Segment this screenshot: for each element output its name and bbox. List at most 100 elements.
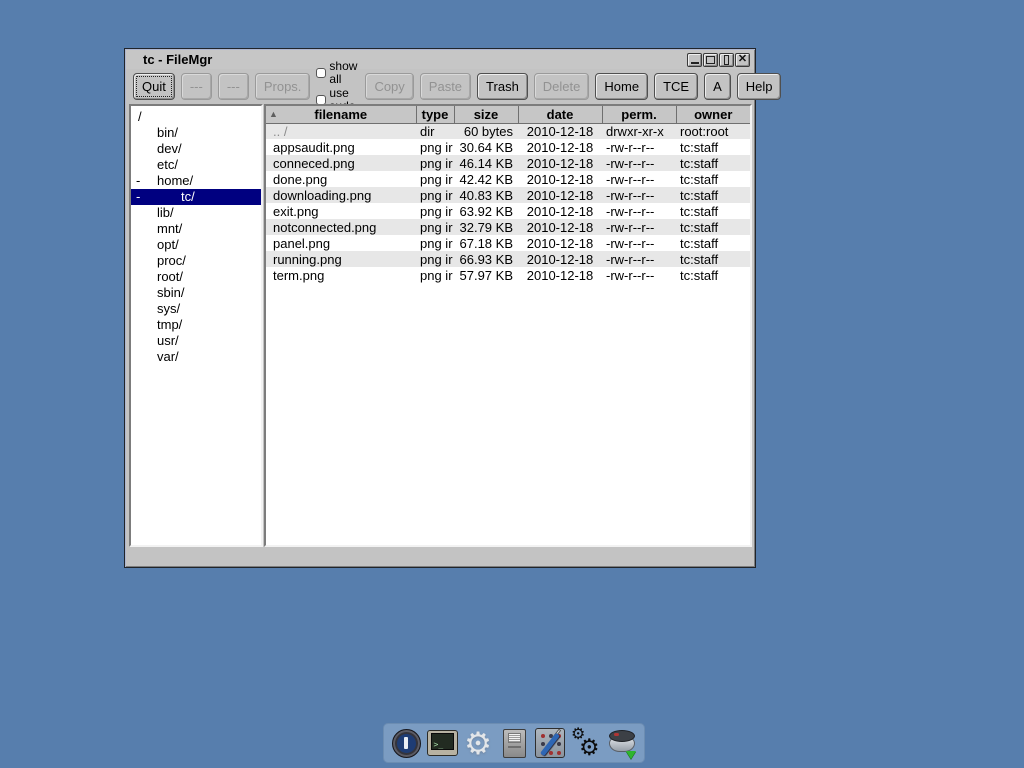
cell-size: 60 bytes <box>454 123 518 139</box>
file-row[interactable]: appsaudit.png png ir 30.64 KB 2010-12-18… <box>266 139 750 155</box>
cell-filename: exit.png <box>266 203 416 219</box>
maximize-vertical-button[interactable] <box>719 53 734 67</box>
tree-item[interactable]: etc/ <box>131 157 261 173</box>
a-button[interactable]: A <box>704 73 731 100</box>
tree-item[interactable]: bin/ <box>131 125 261 141</box>
help-button[interactable]: Help <box>737 73 782 100</box>
tree-panel: / bin/ dev/ etc/ - home/ - tc/ lib/ mnt/… <box>129 104 263 547</box>
tree-item[interactable]: mnt/ <box>131 221 261 237</box>
tree-item-label: home/ <box>157 173 193 188</box>
sort-ascending-icon: ▲ <box>269 109 278 119</box>
tree-item-label: usr/ <box>157 333 179 348</box>
cell-type: png ir <box>416 219 454 235</box>
cell-perm: -rw-r--r-- <box>602 267 676 283</box>
cell-date: 2010-12-18 <box>518 139 602 155</box>
cell-perm: -rw-r--r-- <box>602 171 676 187</box>
tree-item[interactable]: - tc/ <box>131 189 261 205</box>
status-bar <box>126 547 754 566</box>
file-row[interactable]: done.png png ir 42.42 KB 2010-12-18 -rw-… <box>266 171 750 187</box>
cell-filename: panel.png <box>266 235 416 251</box>
blank-button-1: --- <box>181 73 212 100</box>
tree-item[interactable]: var/ <box>131 349 261 365</box>
gears-icon[interactable]: ⚙ ⚙ <box>569 726 603 760</box>
tree-item[interactable]: / <box>131 109 261 125</box>
file-row[interactable]: term.png png ir 57.97 KB 2010-12-18 -rw-… <box>266 267 750 283</box>
apps-cabinet-icon[interactable] <box>497 726 531 760</box>
power-icon[interactable] <box>389 726 423 760</box>
cell-date: 2010-12-18 <box>518 171 602 187</box>
harddrive-mount-icon[interactable] <box>605 726 639 760</box>
gear-icon[interactable]: ⚙ <box>461 726 495 760</box>
cell-filename: .. / <box>266 123 416 139</box>
tree-item[interactable]: usr/ <box>131 333 261 349</box>
cell-size: 32.79 KB <box>454 219 518 235</box>
column-header-perm[interactable]: perm. <box>602 106 676 123</box>
cell-filename: notconnected.png <box>266 219 416 235</box>
tree-item[interactable]: sbin/ <box>131 285 261 301</box>
column-header-date[interactable]: date <box>518 106 602 123</box>
file-row[interactable]: downloading.png png ir 40.83 KB 2010-12-… <box>266 187 750 203</box>
copy-button: Copy <box>365 73 413 100</box>
titlebar[interactable]: tc - FileMgr ✕ <box>126 50 754 69</box>
cell-size: 66.93 KB <box>454 251 518 267</box>
cell-date: 2010-12-18 <box>518 203 602 219</box>
maximize-vertical-icon <box>724 55 729 65</box>
file-row[interactable]: panel.png png ir 67.18 KB 2010-12-18 -rw… <box>266 235 750 251</box>
tree-item[interactable]: proc/ <box>131 253 261 269</box>
tree-expander-icon[interactable]: - <box>136 173 140 189</box>
tree-item[interactable]: opt/ <box>131 237 261 253</box>
tree-item[interactable]: root/ <box>131 269 261 285</box>
tree-item[interactable]: dev/ <box>131 141 261 157</box>
use-sudo-checkbox[interactable] <box>316 95 326 105</box>
tree-item[interactable]: - home/ <box>131 173 261 189</box>
cell-owner: tc:staff <box>676 139 750 155</box>
tce-button[interactable]: TCE <box>654 73 698 100</box>
window-controls: ✕ <box>687 53 754 67</box>
quit-button[interactable]: Quit <box>133 73 175 100</box>
terminal-icon[interactable]: >_ <box>425 726 459 760</box>
props-button: Props. <box>255 73 311 100</box>
tree-item[interactable]: tmp/ <box>131 317 261 333</box>
cell-type: png ir <box>416 251 454 267</box>
cell-date: 2010-12-18 <box>518 187 602 203</box>
cell-date: 2010-12-18 <box>518 267 602 283</box>
show-all-option[interactable]: show all <box>316 60 357 86</box>
maximize-button[interactable] <box>703 53 718 67</box>
cell-filename: conneced.png <box>266 155 416 171</box>
home-button[interactable]: Home <box>595 73 648 100</box>
file-row[interactable]: conneced.png png ir 46.14 KB 2010-12-18 … <box>266 155 750 171</box>
tree-item-label: opt/ <box>157 237 179 252</box>
paste-button: Paste <box>420 73 471 100</box>
file-row[interactable]: running.png png ir 66.93 KB 2010-12-18 -… <box>266 251 750 267</box>
show-all-label: show all <box>329 60 357 86</box>
close-button[interactable]: ✕ <box>735 53 750 67</box>
column-header-type[interactable]: type <box>416 106 454 123</box>
cell-owner: tc:staff <box>676 203 750 219</box>
cell-date: 2010-12-18 <box>518 251 602 267</box>
column-header-size[interactable]: size <box>454 106 518 123</box>
tree-item[interactable]: lib/ <box>131 205 261 221</box>
cell-type: png ir <box>416 267 454 283</box>
file-row[interactable]: .. / dir 60 bytes 2010-12-18 drwxr-xr-x … <box>266 123 750 139</box>
dock: >_ ⚙ ⚙ ⚙ <box>383 723 645 763</box>
cell-size: 46.14 KB <box>454 155 518 171</box>
control-panel-icon[interactable] <box>533 726 567 760</box>
tree-item-label: dev/ <box>157 141 182 156</box>
show-all-checkbox[interactable] <box>316 68 326 78</box>
tree-item[interactable]: sys/ <box>131 301 261 317</box>
cell-type: png ir <box>416 203 454 219</box>
file-row[interactable]: exit.png png ir 63.92 KB 2010-12-18 -rw-… <box>266 203 750 219</box>
blank-button-2: --- <box>218 73 249 100</box>
file-row[interactable]: notconnected.png png ir 32.79 KB 2010-12… <box>266 219 750 235</box>
column-header-owner[interactable]: owner <box>676 106 750 123</box>
cell-size: 40.83 KB <box>454 187 518 203</box>
column-header-filename[interactable]: ▲ filename <box>266 106 416 123</box>
cell-size: 42.42 KB <box>454 171 518 187</box>
minimize-button[interactable] <box>687 53 702 67</box>
cell-owner: tc:staff <box>676 251 750 267</box>
tree-item-label: lib/ <box>157 205 174 220</box>
tree-expander-icon[interactable]: - <box>136 189 140 205</box>
trash-button[interactable]: Trash <box>477 73 528 100</box>
tree-item-label: / <box>138 109 142 124</box>
cell-owner: tc:staff <box>676 235 750 251</box>
